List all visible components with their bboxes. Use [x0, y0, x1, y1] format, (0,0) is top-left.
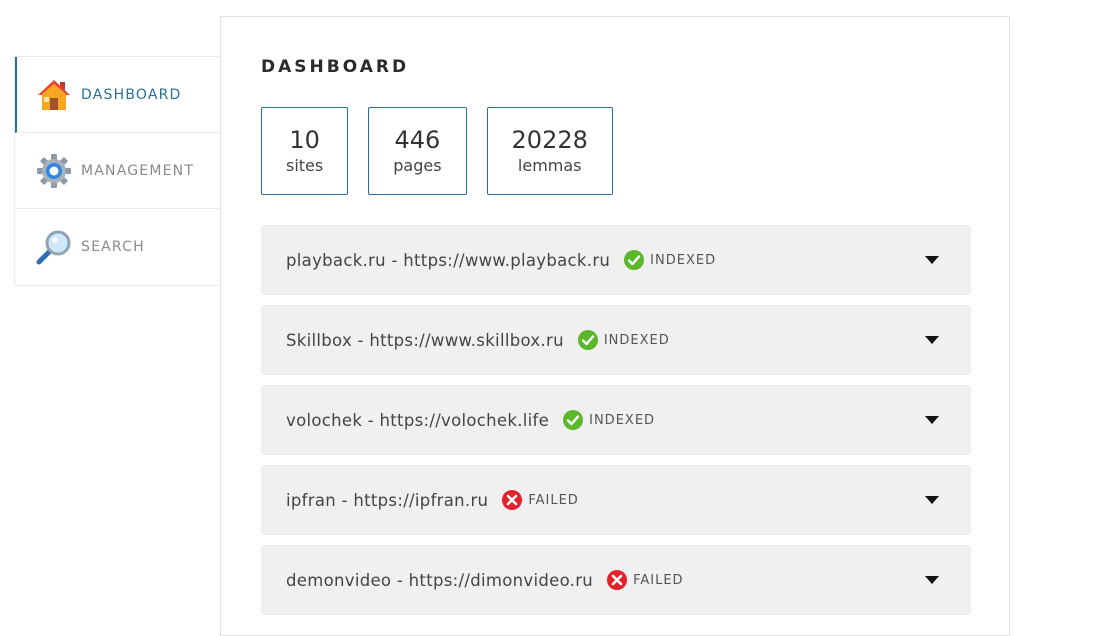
- nav-item-management[interactable]: MANAGEMENT: [15, 133, 220, 209]
- status-badge: INDEXED: [563, 410, 655, 430]
- stats-row: 10 sites 446 pages 20228 lemmas: [261, 107, 613, 195]
- nav-label-management: MANAGEMENT: [81, 162, 195, 179]
- home-icon: [35, 76, 73, 114]
- site-title: playback.ru - https://www.playback.ru: [286, 250, 611, 270]
- dashboard-panel: DASHBOARD 10 sites 446 pages 20228 lemma…: [220, 16, 1010, 636]
- status-text: FAILED: [528, 492, 579, 508]
- status-badge: INDEXED: [624, 250, 716, 270]
- status-text: INDEXED: [603, 332, 670, 348]
- status-badge: INDEXED: [577, 330, 670, 350]
- check-circle-icon: [624, 250, 645, 270]
- x-circle-icon: [607, 570, 628, 590]
- caret-down-icon[interactable]: [925, 416, 939, 424]
- status-badge: FAILED: [502, 490, 578, 510]
- stat-label: pages: [393, 156, 442, 175]
- site-list: playback.ru - https://www.playback.ru IN…: [261, 225, 971, 625]
- stat-lemmas: 20228 lemmas: [486, 107, 613, 195]
- site-row[interactable]: volochek - https://volochek.life INDEXED: [261, 385, 971, 455]
- nav-item-dashboard[interactable]: DASHBOARD: [15, 57, 220, 133]
- site-row[interactable]: demonvideo - https://dimonvideo.ru FAILE…: [261, 545, 971, 615]
- site-title: ipfran - https://ipfran.ru: [286, 490, 489, 510]
- site-row[interactable]: ipfran - https://ipfran.ru FAILED: [261, 465, 971, 535]
- x-circle-icon: [502, 490, 523, 510]
- magnifier-icon: [35, 228, 73, 266]
- stat-value: 20228: [511, 126, 588, 154]
- nav-item-search[interactable]: SEARCH: [15, 209, 220, 285]
- status-text: INDEXED: [589, 412, 656, 428]
- gear-icon: [35, 152, 73, 190]
- site-title: Skillbox - https://www.skillbox.ru: [286, 330, 564, 350]
- stat-sites: 10 sites: [261, 107, 349, 195]
- nav-label-search: SEARCH: [81, 239, 145, 255]
- site-row[interactable]: playback.ru - https://www.playback.ru IN…: [261, 225, 971, 295]
- stat-label: lemmas: [517, 156, 582, 175]
- stat-value: 10: [289, 126, 320, 154]
- stat-label: sites: [286, 156, 324, 175]
- page-title: DASHBOARD: [261, 57, 410, 77]
- nav-label-dashboard: DASHBOARD: [81, 86, 182, 103]
- stat-pages: 446 pages: [368, 107, 467, 195]
- site-row[interactable]: Skillbox - https://www.skillbox.ru INDEX…: [261, 305, 971, 375]
- check-circle-icon: [577, 330, 598, 350]
- caret-down-icon[interactable]: [925, 336, 939, 344]
- site-title: volochek - https://volochek.life: [286, 410, 550, 430]
- caret-down-icon[interactable]: [925, 496, 939, 504]
- caret-down-icon[interactable]: [925, 576, 939, 584]
- status-badge: FAILED: [607, 570, 683, 590]
- caret-down-icon[interactable]: [925, 256, 939, 264]
- status-text: INDEXED: [650, 252, 717, 268]
- site-title: demonvideo - https://dimonvideo.ru: [286, 570, 594, 590]
- stat-value: 446: [394, 126, 441, 154]
- status-text: FAILED: [633, 572, 684, 588]
- sidebar-nav: DASHBOARD MANAGEMENT SEARCH: [14, 56, 220, 286]
- check-circle-icon: [563, 410, 584, 430]
